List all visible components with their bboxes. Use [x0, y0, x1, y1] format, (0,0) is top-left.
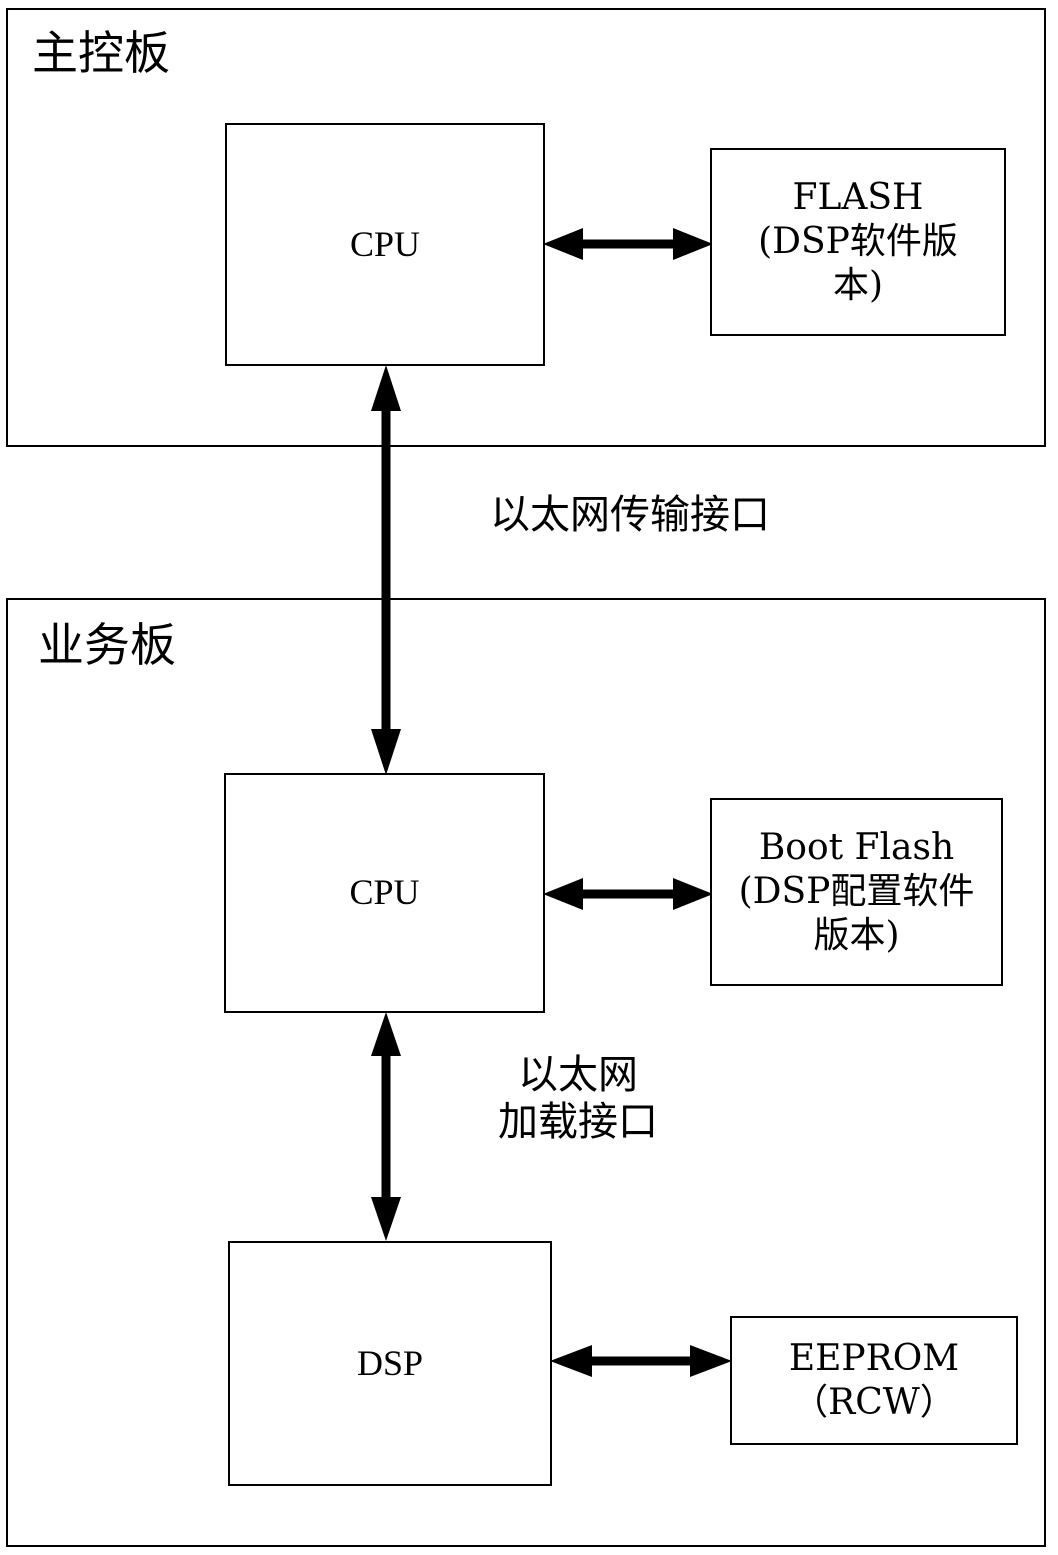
arrow-cpu-service-to-boot-flash	[543, 875, 713, 913]
node-flash-main-label: FLASH (DSP软件版 本)	[758, 177, 958, 306]
arrow-cpu-main-to-flash	[543, 225, 713, 263]
node-dsp-label: DSP	[356, 1342, 424, 1383]
node-eeprom: EEPROM （RCW）	[730, 1316, 1018, 1445]
edge-label-ethernet-load: 以太网 加载接口	[498, 1052, 658, 1146]
arrow-cpu-main-to-cpu-service	[366, 365, 406, 775]
node-flash-main: FLASH (DSP软件版 本)	[710, 148, 1006, 336]
node-cpu-service: CPU	[224, 773, 545, 1013]
arrow-cpu-service-to-dsp	[366, 1012, 406, 1241]
node-cpu-main-label: CPU	[349, 223, 421, 264]
node-cpu-main: CPU	[225, 123, 545, 366]
arrow-dsp-to-eeprom	[550, 1342, 732, 1380]
node-dsp: DSP	[228, 1241, 552, 1486]
panel-main-control-board-label: 主控板	[32, 26, 170, 80]
node-cpu-service-label: CPU	[349, 872, 420, 913]
edge-label-ethernet-transmission: 以太网传输接口	[490, 492, 770, 538]
node-eeprom-label: EEPROM （RCW）	[788, 1337, 960, 1423]
panel-service-board-label: 业务板	[38, 618, 176, 672]
node-boot-flash: Boot Flash (DSP配置软件 版本)	[710, 798, 1003, 986]
diagram-canvas: 主控板 CPU FLASH (DSP软件版 本) 以太网传输接口 业务板 CPU…	[0, 0, 1058, 1555]
node-boot-flash-label: Boot Flash (DSP配置软件 版本)	[738, 827, 975, 956]
